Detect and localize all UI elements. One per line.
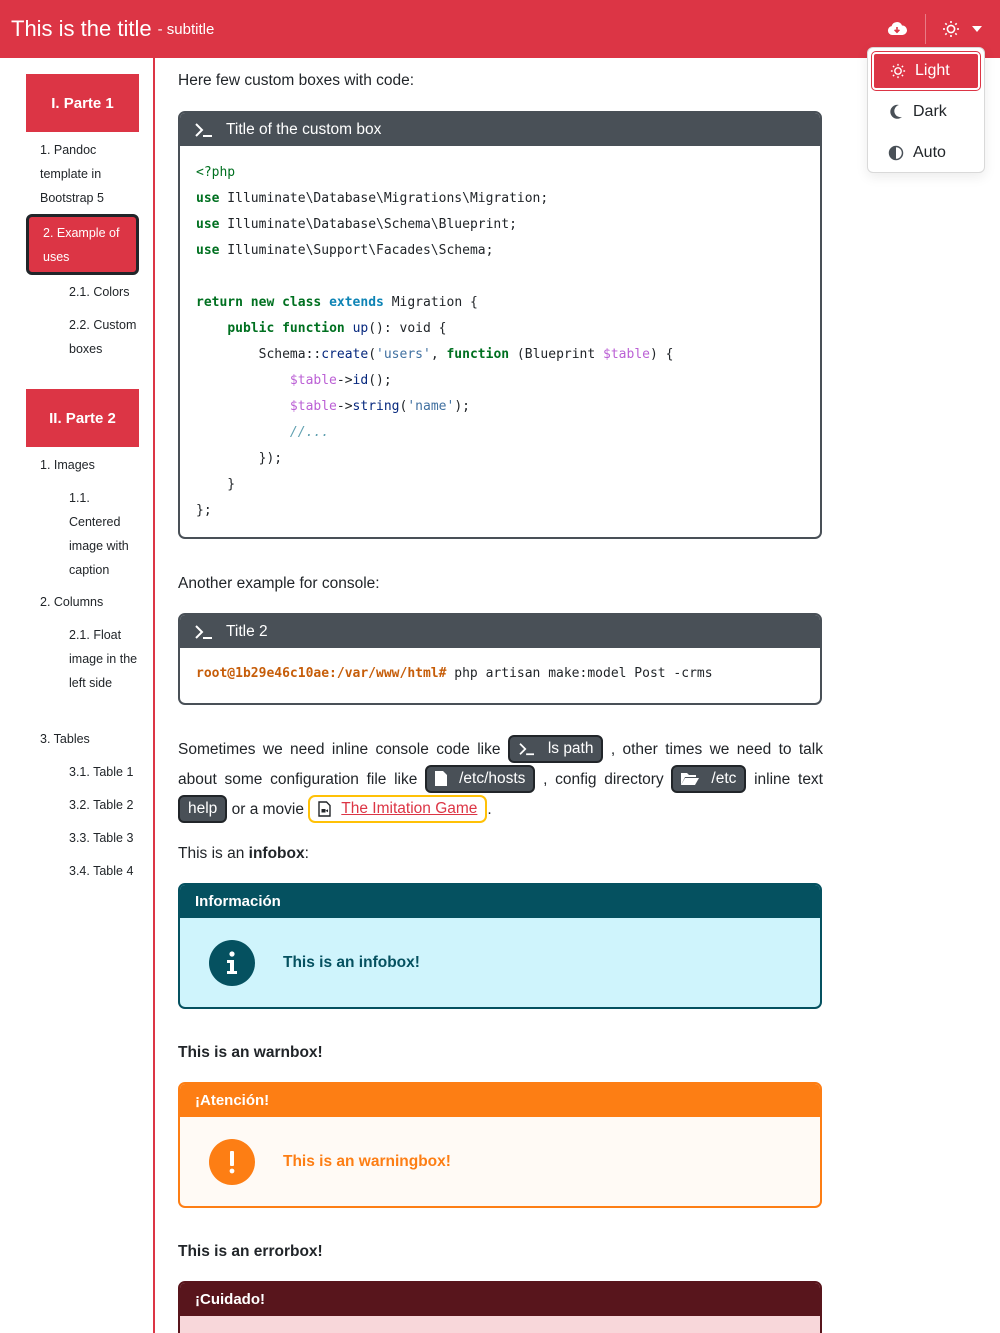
- console-command: php artisan make:model Post -crms: [446, 666, 713, 681]
- toc-part-2[interactable]: II. Parte 2: [26, 389, 139, 447]
- intro-text: Here few custom boxes with code:: [178, 72, 415, 89]
- info-box: Información This is an infobox!: [178, 883, 822, 1009]
- caret-down-icon: [972, 26, 982, 32]
- error-box-title: ¡Cuidado!: [180, 1283, 820, 1316]
- info-box-body: This is an infobox!: [180, 918, 820, 1007]
- file-icon: [435, 771, 448, 787]
- toc-part-1[interactable]: I. Parte 1: [26, 74, 139, 132]
- console-intro-text: Another example for console:: [178, 575, 380, 592]
- chip-label: /etc: [711, 769, 737, 787]
- navbar-divider: [925, 14, 926, 44]
- chip-label: help: [188, 799, 218, 817]
- paragraph-text: .: [487, 801, 492, 818]
- console-prompt: root@1b29e46c10ae:/var/www/html#: [196, 666, 447, 681]
- theme-option-label: Light: [915, 62, 950, 79]
- inline-file-chip: /etc/hosts: [425, 764, 536, 793]
- paragraph-text: inline text: [746, 771, 823, 788]
- terminal-icon: [518, 742, 536, 756]
- inline-console-chip: ls path: [507, 734, 604, 763]
- theme-option-dark[interactable]: Dark: [872, 93, 980, 131]
- file-video-icon: [318, 801, 331, 817]
- code-box-header: Title of the custom box: [180, 113, 820, 146]
- paragraph-text: or a movie: [227, 801, 309, 818]
- code-box-php: Title of the custom box <?php use Illumi…: [178, 111, 822, 539]
- warnbox-lead: This is an warnbox!: [178, 1044, 323, 1061]
- toc-item-table-1[interactable]: 3.1. Table 1: [69, 760, 141, 784]
- theme-toggle-button[interactable]: [942, 20, 982, 38]
- code-box-title: Title 2: [226, 622, 268, 640]
- toc-item-colors[interactable]: 2.1. Colors: [69, 280, 141, 304]
- movie-link[interactable]: The Imitation Game: [341, 794, 477, 824]
- toc-item-custom-boxes[interactable]: 2.2. Custom boxes: [69, 313, 141, 361]
- moon-icon: [886, 104, 906, 120]
- info-icon: [209, 939, 255, 986]
- toc-item-table-2[interactable]: 3.2. Table 2: [69, 793, 141, 817]
- lead-text: This is an: [178, 845, 249, 862]
- errorbox-lead: This is an errorbox!: [178, 1243, 323, 1260]
- sidebar-toc: I. Parte 1 1. Pandoc template in Bootstr…: [0, 58, 155, 1333]
- theme-option-light[interactable]: Light: [871, 51, 981, 91]
- contrast-icon: [886, 145, 906, 161]
- inline-folder-chip: /etc: [671, 764, 747, 793]
- info-box-title: Información: [180, 885, 820, 918]
- warning-box-body: This is an warningbox!: [180, 1117, 820, 1206]
- navbar: This is the title - subtitle: [0, 0, 1000, 58]
- toc-item-columns[interactable]: 2. Columns: [40, 590, 140, 614]
- lead-bold: infobox: [248, 845, 305, 862]
- paragraph-text: , config directory: [535, 771, 672, 788]
- theme-option-label: Auto: [913, 144, 946, 161]
- navbar-actions: [887, 12, 982, 46]
- infobox-lead: This is an infobox:: [178, 845, 309, 863]
- warning-box: ¡Atención! This is an warningbox!: [178, 1082, 822, 1208]
- warning-box-text: This is an warningbox!: [283, 1152, 451, 1170]
- toc-item-table-4[interactable]: 3.4. Table 4: [69, 859, 141, 883]
- cloud-download-icon[interactable]: [887, 21, 907, 37]
- code-box-console: Title 2 root@1b29e46c10ae:/var/www/html#…: [178, 613, 822, 705]
- toc-item-float-image[interactable]: 2.1. Float image in the left side: [69, 623, 141, 695]
- page-subtitle: - subtitle: [157, 20, 215, 38]
- code-box-title: Title of the custom box: [226, 120, 382, 138]
- theme-option-auto[interactable]: Auto: [872, 134, 980, 172]
- code-box-header: Title 2: [180, 615, 820, 648]
- page-title: This is the title: [11, 16, 152, 41]
- info-box-text: This is an infobox!: [283, 953, 420, 971]
- toc-item-images[interactable]: 1. Images: [40, 453, 140, 477]
- toc-item-centered-image[interactable]: 1.1. Centered image with caption: [69, 486, 141, 582]
- chip-label: /etc/hosts: [459, 769, 526, 787]
- toc-item-tables[interactable]: 3. Tables: [40, 727, 140, 751]
- terminal-icon: [194, 624, 214, 640]
- movie-reference: The Imitation Game: [308, 794, 488, 824]
- sun-icon: [942, 20, 960, 38]
- theme-option-label: Dark: [913, 103, 947, 120]
- theme-dropdown-menu: Light Dark Auto: [867, 47, 985, 173]
- folder-open-icon: [681, 772, 700, 786]
- sun-icon: [888, 63, 908, 79]
- inline-text-chip: help: [178, 794, 228, 823]
- lead-text: :: [304, 845, 309, 862]
- toc-item-pandoc[interactable]: 1. Pandoc template in Bootstrap 5: [40, 138, 140, 210]
- php-code-block: <?php use Illuminate\Database\Migrations…: [196, 165, 674, 518]
- exclamation-icon: [209, 1138, 255, 1185]
- toc-item-table-3[interactable]: 3.3. Table 3: [69, 826, 141, 850]
- error-box: ¡Cuidado!: [178, 1281, 822, 1333]
- toc-item-example-active[interactable]: 2. Example of uses: [26, 214, 139, 275]
- inline-code-paragraph: Sometimes we need inline console code li…: [178, 734, 823, 825]
- terminal-icon: [194, 122, 214, 138]
- paragraph-text: Sometimes we need inline console code li…: [178, 741, 508, 758]
- chip-label: ls path: [547, 739, 594, 757]
- console-code-block: root@1b29e46c10ae:/var/www/html# php art…: [180, 648, 820, 701]
- warning-box-title: ¡Atención!: [180, 1084, 820, 1117]
